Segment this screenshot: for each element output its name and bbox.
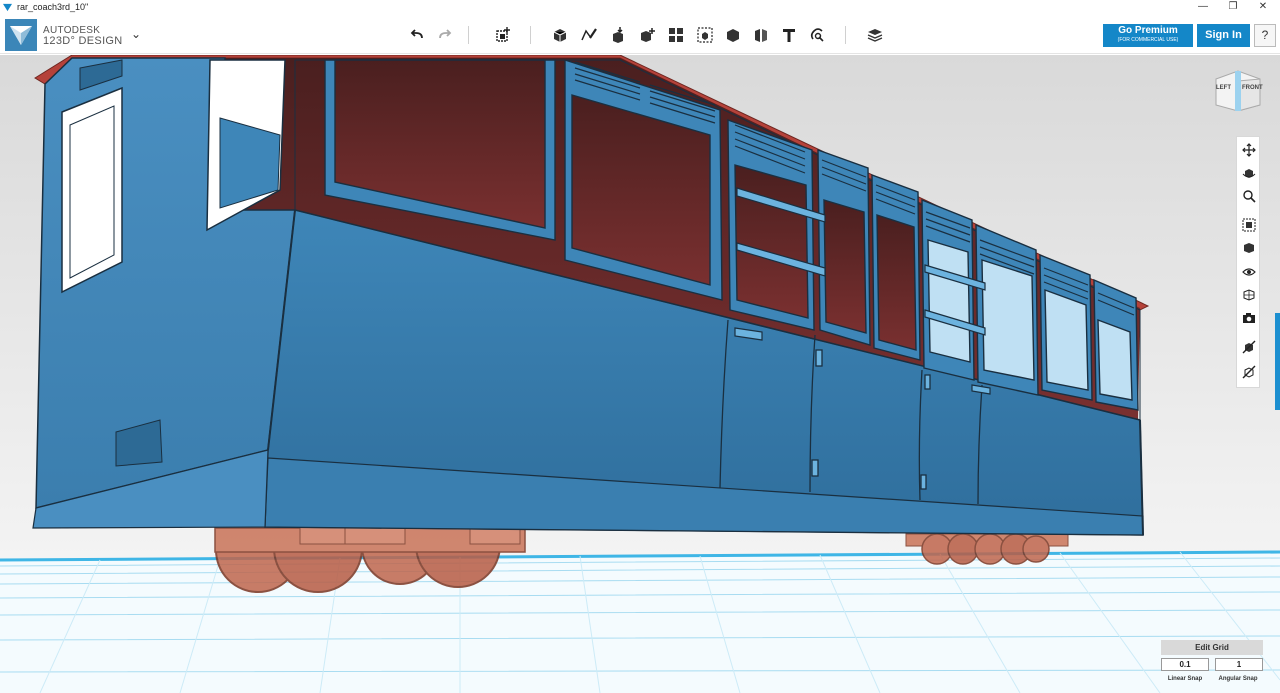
measure-icon[interactable]	[750, 24, 772, 46]
3d-viewport[interactable]: LEFT FRONT	[0, 55, 1280, 693]
edit-grid-button[interactable]: Edit Grid	[1161, 640, 1263, 655]
camera-icon[interactable]	[1239, 308, 1258, 327]
pattern-icon[interactable]	[665, 24, 687, 46]
end-window	[61, 86, 123, 294]
app-menu-chevron-icon[interactable]: ⌄	[131, 27, 141, 41]
maximize-button[interactable]: ❐	[1218, 0, 1248, 16]
orbit-icon[interactable]	[1239, 163, 1258, 182]
combine-icon[interactable]	[722, 24, 744, 46]
scene-canvas[interactable]	[0, 55, 1280, 693]
zoom-icon[interactable]	[1239, 186, 1258, 205]
go-premium-sublabel: (FOR COMMERCIAL USE)	[1117, 37, 1179, 43]
sign-in-button[interactable]: Sign In	[1197, 24, 1250, 47]
fit-icon[interactable]	[1239, 215, 1258, 234]
close-button[interactable]: ✕	[1248, 0, 1278, 16]
toolbar-separator	[845, 26, 846, 44]
main-toolbar: AUTODESK 123D° DESIGN ⌄ Go Premium (FOR …	[0, 16, 1280, 54]
navigation-bar	[1236, 136, 1260, 388]
transform-icon[interactable]	[492, 24, 514, 46]
toolbar-separator	[468, 26, 469, 44]
angular-snap-label: Angular Snap	[1218, 676, 1258, 682]
linear-snap-field[interactable]: 0.1	[1161, 658, 1209, 671]
sketch-icon[interactable]	[578, 24, 600, 46]
primitives-icon[interactable]	[549, 24, 571, 46]
rear-bogie	[905, 533, 1069, 565]
cube-left-label: LEFT	[1216, 85, 1231, 91]
view-cube[interactable]: LEFT FRONT	[1212, 67, 1264, 112]
modify-icon[interactable]	[636, 24, 658, 46]
redo-icon[interactable]	[434, 24, 456, 46]
angular-snap-field[interactable]: 1	[1215, 658, 1263, 671]
construct-icon[interactable]	[607, 24, 629, 46]
cube-front-label: FRONT	[1242, 85, 1263, 91]
hide-icon[interactable]	[1239, 337, 1258, 356]
minimize-button[interactable]: —	[1188, 0, 1218, 16]
linear-snap-label: Linear Snap	[1167, 676, 1203, 682]
toolbar-separator	[530, 26, 531, 44]
undo-icon[interactable]	[406, 24, 428, 46]
pan-icon[interactable]	[1239, 140, 1258, 159]
go-premium-button[interactable]: Go Premium (FOR COMMERCIAL USE)	[1103, 24, 1193, 47]
help-button[interactable]: ?	[1254, 24, 1276, 47]
show-hidden-icon[interactable]	[1239, 362, 1258, 381]
snap-icon[interactable]	[806, 24, 828, 46]
views-icon[interactable]	[1239, 238, 1258, 257]
visibility-icon[interactable]	[1239, 262, 1258, 281]
grouping-icon[interactable]	[694, 24, 716, 46]
window-title: rar_coach3rd_10"	[17, 2, 89, 12]
app-logo[interactable]	[5, 19, 37, 51]
go-premium-label: Go Premium	[1118, 25, 1178, 36]
side-panel-tab[interactable]	[1275, 313, 1280, 410]
app-icon	[3, 3, 12, 12]
materials-icon[interactable]	[864, 24, 886, 46]
materials-outline-icon[interactable]	[1239, 285, 1258, 304]
window-titlebar: rar_coach3rd_10" — ❐ ✕	[0, 0, 1280, 16]
ground-grid	[0, 550, 1280, 693]
text-icon[interactable]	[778, 24, 800, 46]
brand-123d-design: 123D° DESIGN	[43, 35, 123, 47]
